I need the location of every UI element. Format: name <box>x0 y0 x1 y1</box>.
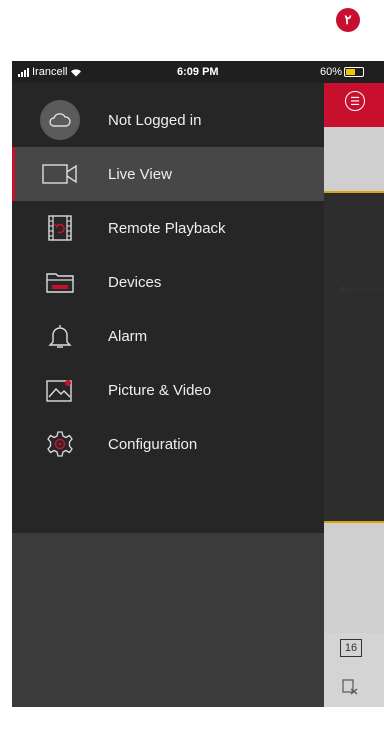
video-window-bottom <box>324 523 384 633</box>
status-bar: Irancell 6:09 PM 60% <box>12 61 384 83</box>
carrier: Irancell <box>18 66 82 78</box>
drawer-item-remote-playback[interactable]: Remote Playback <box>12 201 324 255</box>
drawer-item-label: Remote Playback <box>108 219 226 237</box>
phone-screen: ☰ 16 Irancell 6:09 PM 60% Not Logged in … <box>12 61 384 707</box>
drawer-item-label: Configuration <box>108 435 198 453</box>
channel-count-button[interactable]: 16 <box>340 639 362 657</box>
drawer-item-label: Picture & Video <box>108 381 212 399</box>
video-camera-icon <box>42 164 77 184</box>
arrow-left-icon <box>338 285 384 293</box>
drawer-item-login[interactable]: Not Logged in <box>12 93 324 147</box>
cloud-icon <box>40 100 80 140</box>
video-window[interactable] <box>324 193 384 523</box>
signal-icon <box>18 67 29 77</box>
drawer-item-label: Not Logged in <box>108 111 202 129</box>
navigation-drawer: Not Logged in Live View Remote Playback <box>12 83 324 707</box>
drawer-item-label: Alarm <box>108 327 148 345</box>
battery-icon <box>344 67 365 77</box>
app-header: ☰ <box>324 83 384 127</box>
drawer-item-live-view[interactable]: Live View <box>12 147 324 201</box>
bottom-toolbar: 16 <box>324 633 384 707</box>
status-time: 6:09 PM <box>177 66 219 78</box>
picture-icon <box>46 380 72 402</box>
drawer-footer <box>12 533 324 707</box>
carrier-name: Irancell <box>32 66 68 78</box>
drawer-item-devices[interactable]: Devices <box>12 255 324 309</box>
wifi-icon <box>71 68 82 76</box>
drawer-item-label: Live View <box>108 165 172 183</box>
drawer-item-label: Devices <box>108 273 162 291</box>
battery-percent: 60% <box>320 66 343 78</box>
drawer-item-configuration[interactable]: Configuration <box>12 417 324 471</box>
drawer-item-picture-video[interactable]: Picture & Video <box>12 363 324 417</box>
playback-icon <box>48 215 72 241</box>
close-window-icon[interactable] <box>342 679 358 695</box>
gear-icon <box>47 431 73 457</box>
video-window-top <box>324 127 384 193</box>
device-icon <box>46 273 74 293</box>
menu-icon[interactable]: ☰ <box>345 91 365 111</box>
drawer-item-alarm[interactable]: Alarm <box>12 309 324 363</box>
battery: 60% <box>320 66 365 78</box>
bell-icon <box>48 325 72 348</box>
step-number-badge: ٢ <box>336 8 360 32</box>
